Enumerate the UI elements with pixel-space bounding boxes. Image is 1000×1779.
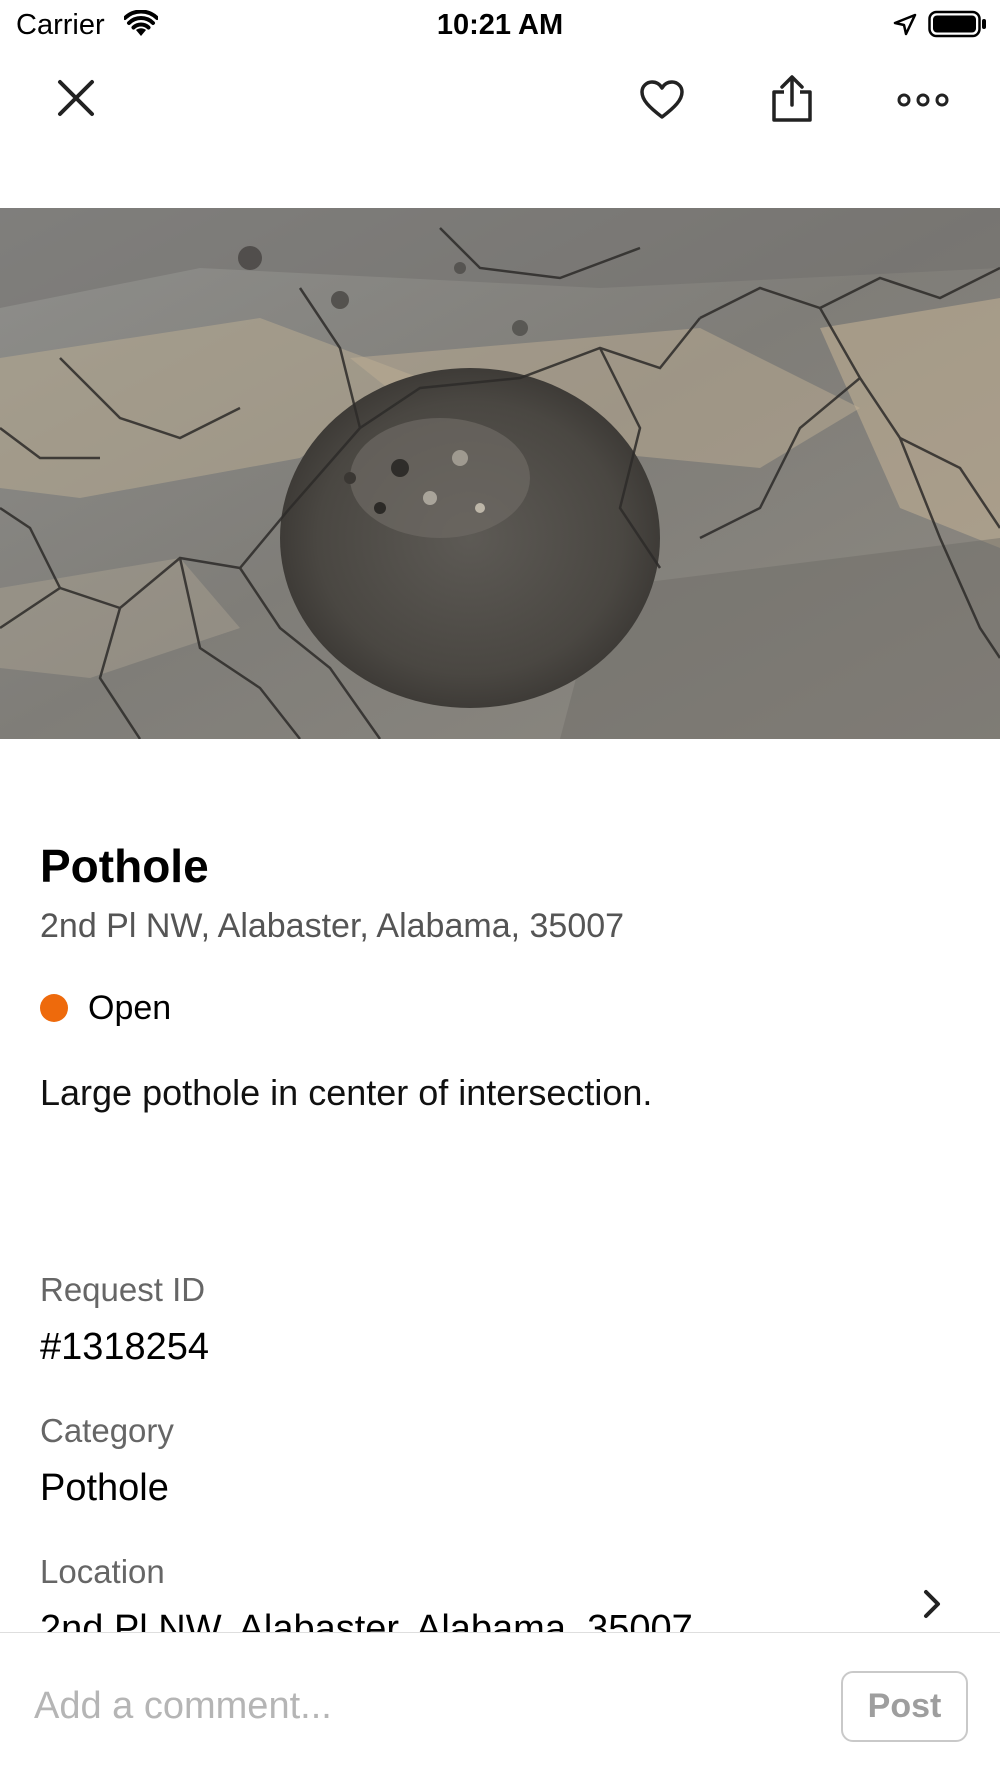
more-icon (897, 93, 949, 107)
chevron-right-icon[interactable] (916, 1584, 948, 1624)
category-value: Pothole (40, 1467, 169, 1509)
battery-icon (928, 10, 986, 38)
location-arrow-icon (893, 13, 917, 36)
comment-bar: Post (0, 1632, 1000, 1779)
more-options-button[interactable] (890, 68, 956, 132)
request-id-value: #1318254 (40, 1326, 210, 1368)
report-status: Open (40, 987, 171, 1029)
close-icon (58, 80, 94, 116)
heart-icon (640, 80, 684, 119)
category-label: Category (40, 1412, 174, 1449)
favorite-button[interactable] (630, 68, 694, 132)
status-label: Open (88, 989, 172, 1027)
status-indicator-dot (40, 994, 68, 1022)
location-label: Location (40, 1553, 165, 1590)
request-id-label: Request ID (40, 1271, 206, 1308)
report-description: Large pothole in center of intersection. (40, 1072, 653, 1113)
report-address: 2nd Pl NW, Alabaster, Alabama, 35007 (40, 907, 625, 945)
status-time: 10:21 AM (436, 9, 564, 41)
share-button[interactable] (760, 66, 824, 132)
pothole-photo[interactable] (0, 208, 1000, 739)
status-bar: Carrier 10:21 AM (0, 0, 1000, 52)
comment-input[interactable] (34, 1673, 794, 1739)
post-button[interactable]: Post (841, 1671, 968, 1742)
share-icon (772, 75, 812, 122)
close-button[interactable] (44, 66, 108, 130)
pothole-photo-image (0, 208, 1000, 739)
report-title: Pothole (40, 840, 209, 892)
